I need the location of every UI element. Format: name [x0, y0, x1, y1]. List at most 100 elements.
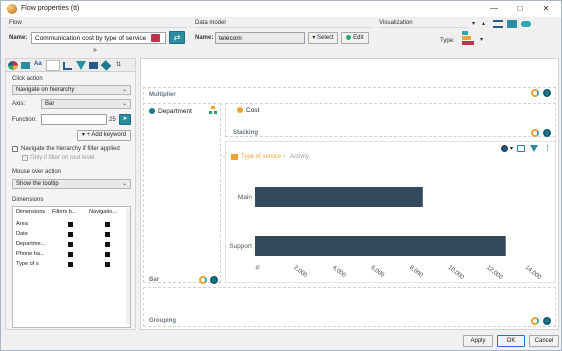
filter-tab-icon[interactable] — [76, 61, 86, 70]
filter-checkbox[interactable] — [68, 252, 73, 257]
hierarchy-node — [214, 111, 217, 114]
mouse-over-value: Show the tooltip — [16, 181, 59, 187]
swap-button[interactable]: ⇄ — [169, 31, 185, 44]
function-label: Function: — [12, 117, 37, 123]
mouse-over-section-label: Mouse over action — [12, 169, 62, 175]
function-input[interactable] — [41, 114, 107, 125]
collapse-up-icon[interactable]: ▴ — [482, 20, 485, 27]
breadcrumb-next[interactable]: Activity — [290, 154, 309, 160]
x-tick-label: 10,000 — [447, 265, 466, 281]
chevron-down-icon[interactable]: ▾ — [480, 36, 483, 43]
filter-icon[interactable] — [530, 145, 538, 152]
more-options-icon[interactable]: ⋮ — [544, 144, 551, 152]
department-dimension[interactable]: Department — [158, 108, 192, 115]
category-label: Support — [229, 243, 252, 250]
bar-chart: Main Support 0 2,000 4,000 6,000 8,000 10,000 1… — [229, 187, 542, 281]
stacking-zone[interactable] — [225, 103, 556, 137]
dropdown-arrow-icon[interactable]: ▾ — [472, 20, 475, 27]
expand-icon[interactable] — [517, 145, 525, 152]
close-icon[interactable]: ✕ — [537, 3, 555, 15]
collapse-chevron-icon[interactable]: » — [93, 47, 97, 54]
chevron-down-icon: ⌄ — [121, 87, 127, 93]
x-tick-label: 4,000 — [331, 265, 347, 279]
filter-checkbox[interactable] — [68, 222, 73, 227]
function-go-button[interactable]: ➤ — [119, 114, 131, 125]
ok-button[interactable]: OK — [497, 335, 525, 347]
data-model-select-button[interactable]: ▾ Select — [308, 32, 338, 44]
navigation-checkbox[interactable] — [105, 252, 110, 257]
sort-tab-icon[interactable]: ⇅ — [116, 61, 121, 68]
breadcrumb-current[interactable]: Type of service — [241, 154, 281, 160]
tooltip-tab-icon[interactable] — [21, 62, 30, 69]
refresh-icon[interactable] — [531, 129, 539, 137]
cost-measure[interactable]: Cost — [246, 107, 259, 114]
table-row: Date — [16, 231, 28, 237]
refresh-icon[interactable] — [531, 89, 539, 97]
bar-axis-zone[interactable] — [143, 103, 221, 283]
refresh-icon[interactable] — [199, 276, 207, 284]
click-action-section-label: Click action — [12, 76, 43, 82]
click-action-tab-icon[interactable] — [46, 60, 60, 71]
data-model-name-input[interactable]: telecom — [215, 32, 305, 44]
navigation-checkbox[interactable] — [105, 262, 110, 267]
axis-label: Axis: — [12, 101, 26, 107]
data-model-edit-button[interactable]: Edit — [341, 32, 369, 44]
tag-tab-icon[interactable] — [100, 60, 112, 71]
axis-select[interactable]: Bar ⌄ — [41, 99, 131, 109]
monitor-icon[interactable] — [507, 20, 517, 28]
filter-checkbox[interactable] — [68, 232, 73, 237]
mouse-over-select[interactable]: Show the tooltip ⌄ — [12, 179, 131, 189]
toggle-icon[interactable] — [521, 21, 531, 27]
scrollbar[interactable] — [126, 209, 130, 324]
flow-name-input[interactable]: Communication cost by type of service — [31, 32, 166, 44]
flow-properties-window: Flow properties (tt) — □ ✕ Flow Name: Co… — [0, 0, 562, 351]
click-action-value: Navigate on hierarchy — [16, 87, 75, 93]
top-settings-bar: Flow Name: Communication cost by type of… — [1, 17, 561, 57]
text-tab-icon[interactable]: Aa — [34, 61, 44, 70]
refresh-icon[interactable] — [531, 317, 539, 325]
palette-icon[interactable] — [8, 61, 18, 70]
flow-name-label: Name: — [9, 35, 28, 41]
hierarchy-icon[interactable] — [209, 106, 217, 114]
filter-checkbox[interactable] — [68, 262, 73, 267]
grouping-zone[interactable] — [143, 287, 556, 327]
navigation-header: Navigatio... — [89, 209, 117, 215]
visualization-section-label: Visualization — [379, 20, 413, 26]
app-icon — [7, 4, 17, 14]
bar-label: Bar — [149, 277, 160, 283]
chevron-down-icon[interactable]: ▾ — [510, 145, 513, 152]
bar-chart-type-icon[interactable] — [462, 31, 476, 45]
table-tab-icon[interactable] — [89, 62, 98, 69]
magnet-icon[interactable] — [151, 34, 160, 42]
navigation-checkbox[interactable] — [105, 232, 110, 237]
gear-icon[interactable] — [543, 129, 551, 137]
list-view-icon[interactable] — [493, 20, 503, 28]
x-tick-label: 12,000 — [485, 265, 504, 281]
bar-main[interactable] — [255, 187, 423, 207]
gear-icon[interactable] — [543, 89, 551, 97]
home-icon[interactable] — [231, 154, 238, 160]
axis-tab-icon[interactable] — [63, 62, 72, 70]
navigate-if-filter-checkbox[interactable] — [12, 146, 18, 152]
gear-icon[interactable] — [543, 317, 551, 325]
chevron-down-icon: ▾ — [81, 132, 85, 138]
minimize-icon[interactable]: — — [485, 3, 503, 15]
dimension-icon — [149, 108, 155, 114]
stacking-label: Stacking — [233, 130, 259, 136]
navigation-checkbox[interactable] — [105, 242, 110, 247]
apply-button[interactable]: Apply — [463, 335, 493, 347]
filter-checkbox[interactable] — [68, 242, 73, 247]
maximize-icon[interactable]: □ — [511, 3, 529, 15]
click-action-select[interactable]: Navigate on hierarchy ⌄ — [12, 85, 131, 95]
only-root-checkbox[interactable] — [22, 155, 28, 161]
navigation-checkbox[interactable] — [105, 222, 110, 227]
plus-icon: + — [86, 132, 91, 138]
cancel-button[interactable]: Cancel — [529, 335, 559, 347]
settings-icon[interactable] — [501, 145, 508, 152]
chevron-down-icon: ▾ — [312, 35, 316, 41]
navigate-if-filter-label: Navigate the hierarchy if filter applied — [21, 146, 120, 152]
bar-support[interactable] — [255, 236, 506, 256]
divider — [9, 27, 187, 28]
add-keyword-button[interactable]: ▾ + Add keyword — [77, 130, 131, 141]
gear-icon[interactable] — [210, 276, 218, 284]
